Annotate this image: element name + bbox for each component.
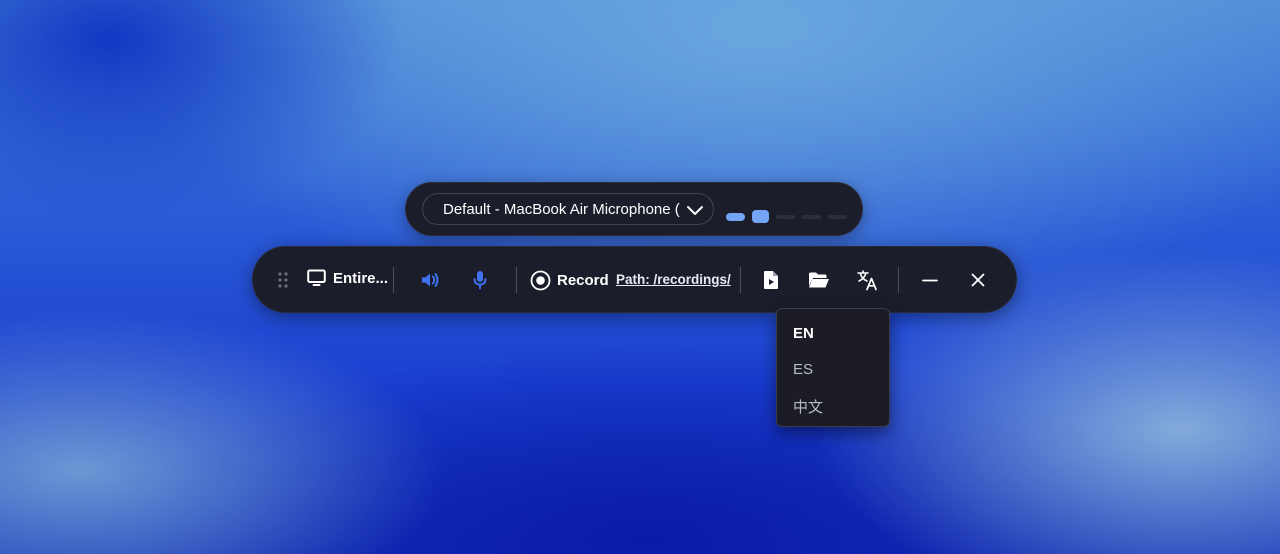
level-segment bbox=[776, 214, 795, 219]
open-folder-icon[interactable] bbox=[808, 271, 830, 289]
monitor-icon bbox=[307, 269, 326, 287]
minimize-icon[interactable] bbox=[922, 279, 938, 282]
divider bbox=[516, 267, 517, 293]
recording-path-link[interactable]: Path: /recordings/ bbox=[616, 272, 731, 287]
divider bbox=[740, 267, 741, 293]
video-file-icon[interactable] bbox=[763, 270, 779, 290]
language-option-en[interactable]: EN bbox=[793, 325, 814, 342]
language-menu: EN ES 中文 bbox=[776, 308, 890, 427]
capture-source-button[interactable]: Entire... bbox=[307, 269, 388, 287]
close-icon[interactable] bbox=[971, 273, 985, 287]
recording-toolbar: Entire... Record Path: /recordings/ bbox=[252, 246, 1017, 313]
audio-level-meter bbox=[726, 210, 847, 223]
level-segment bbox=[752, 210, 769, 223]
language-option-zh[interactable]: 中文 bbox=[793, 396, 823, 417]
divider bbox=[898, 267, 899, 293]
drag-handle-icon[interactable] bbox=[278, 271, 288, 289]
divider bbox=[393, 267, 394, 293]
translate-icon[interactable] bbox=[857, 269, 878, 291]
level-segment bbox=[726, 212, 745, 221]
speaker-icon[interactable] bbox=[420, 271, 440, 289]
microphone-select-value: Default - MacBook Air Microphone ( bbox=[443, 200, 680, 218]
record-label: Record bbox=[557, 272, 609, 289]
record-button[interactable]: Record bbox=[530, 270, 609, 291]
microphone-select[interactable]: Default - MacBook Air Microphone ( bbox=[422, 193, 714, 225]
level-segment bbox=[802, 214, 821, 219]
level-segment bbox=[828, 214, 847, 219]
microphone-icon[interactable] bbox=[473, 270, 487, 290]
language-option-es[interactable]: ES bbox=[793, 361, 813, 378]
record-icon bbox=[530, 270, 551, 291]
microphone-bar: Default - MacBook Air Microphone ( bbox=[405, 182, 863, 236]
capture-source-label: Entire... bbox=[333, 269, 389, 287]
chevron-down-icon bbox=[685, 200, 705, 220]
